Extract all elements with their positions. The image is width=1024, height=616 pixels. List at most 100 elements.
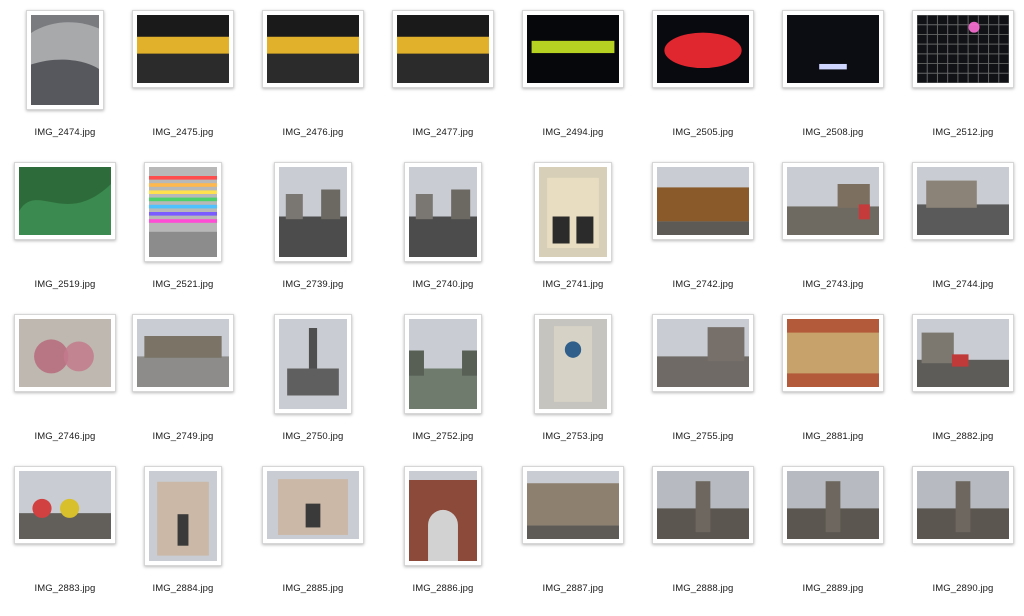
file-name[interactable]: IMG_2476.jpg <box>248 127 378 138</box>
file-name[interactable]: IMG_2742.jpg <box>638 279 768 290</box>
file-item[interactable]: IMG_2512.jpg <box>898 10 1024 160</box>
file-name[interactable]: IMG_2749.jpg <box>118 431 248 442</box>
file-item[interactable]: IMG_2886.jpg <box>378 466 508 616</box>
file-name[interactable]: IMG_2741.jpg <box>508 279 638 290</box>
file-name[interactable]: IMG_2743.jpg <box>768 279 898 290</box>
file-thumbnail[interactable] <box>14 314 116 392</box>
file-name[interactable]: IMG_2890.jpg <box>898 583 1024 594</box>
file-item[interactable]: IMG_2884.jpg <box>118 466 248 616</box>
file-thumbnail[interactable] <box>274 162 352 262</box>
tower-building-icon <box>279 319 347 409</box>
file-thumbnail[interactable] <box>534 314 612 414</box>
file-thumbnail[interactable] <box>392 10 494 88</box>
file-item[interactable]: IMG_2881.jpg <box>768 314 898 464</box>
file-name[interactable]: IMG_2475.jpg <box>118 127 248 138</box>
file-thumbnail[interactable] <box>262 10 364 88</box>
file-thumbnail[interactable] <box>522 466 624 544</box>
file-name[interactable]: IMG_2884.jpg <box>118 583 248 594</box>
file-item[interactable]: IMG_2521.jpg <box>118 162 248 312</box>
file-item[interactable]: IMG_2475.jpg <box>118 10 248 160</box>
file-item[interactable]: IMG_2508.jpg <box>768 10 898 160</box>
file-name[interactable]: IMG_2519.jpg <box>0 279 130 290</box>
city-street-icon <box>917 167 1009 235</box>
file-name[interactable]: IMG_2744.jpg <box>898 279 1024 290</box>
file-thumbnail[interactable] <box>522 10 624 88</box>
file-thumbnail[interactable] <box>782 466 884 544</box>
file-thumbnail[interactable] <box>14 466 116 544</box>
file-item[interactable]: IMG_2476.jpg <box>248 10 378 160</box>
file-name[interactable]: IMG_2882.jpg <box>898 431 1024 442</box>
city-square-icon <box>137 319 229 387</box>
file-item[interactable]: IMG_2889.jpg <box>768 466 898 616</box>
file-item[interactable]: IMG_2882.jpg <box>898 314 1024 464</box>
file-thumbnail[interactable] <box>26 10 104 110</box>
file-name[interactable]: IMG_2505.jpg <box>638 127 768 138</box>
file-name[interactable]: IMG_2885.jpg <box>248 583 378 594</box>
file-item[interactable]: IMG_2740.jpg <box>378 162 508 312</box>
file-thumbnail[interactable] <box>782 314 884 392</box>
file-thumbnail[interactable] <box>144 162 222 262</box>
file-item[interactable]: IMG_2744.jpg <box>898 162 1024 312</box>
file-thumbnail[interactable] <box>404 162 482 262</box>
file-item[interactable]: IMG_2477.jpg <box>378 10 508 160</box>
file-name[interactable]: IMG_2740.jpg <box>378 279 508 290</box>
file-item[interactable]: IMG_2890.jpg <box>898 466 1024 616</box>
file-name[interactable]: IMG_2494.jpg <box>508 127 638 138</box>
file-name[interactable]: IMG_2881.jpg <box>768 431 898 442</box>
file-item[interactable]: IMG_2519.jpg <box>0 162 130 312</box>
file-thumbnail[interactable] <box>404 314 482 414</box>
file-name[interactable]: IMG_2755.jpg <box>638 431 768 442</box>
file-thumbnail[interactable] <box>652 10 754 88</box>
file-name[interactable]: IMG_2739.jpg <box>248 279 378 290</box>
file-name[interactable]: IMG_2887.jpg <box>508 583 638 594</box>
file-thumbnail[interactable] <box>262 466 364 544</box>
file-thumbnail[interactable] <box>652 314 754 392</box>
blossom-tree-icon <box>19 319 111 387</box>
file-thumbnail[interactable] <box>534 162 612 262</box>
file-item[interactable]: IMG_2743.jpg <box>768 162 898 312</box>
file-item[interactable]: IMG_2739.jpg <box>248 162 378 312</box>
file-name[interactable]: IMG_2753.jpg <box>508 431 638 442</box>
file-name[interactable]: IMG_2883.jpg <box>0 583 130 594</box>
file-name[interactable]: IMG_2508.jpg <box>768 127 898 138</box>
file-name[interactable]: IMG_2889.jpg <box>768 583 898 594</box>
file-item[interactable]: IMG_2742.jpg <box>638 162 768 312</box>
file-name[interactable]: IMG_2752.jpg <box>378 431 508 442</box>
file-thumbnail[interactable] <box>912 314 1014 392</box>
file-thumbnail[interactable] <box>912 10 1014 88</box>
file-item[interactable]: IMG_2741.jpg <box>508 162 638 312</box>
file-thumbnail[interactable] <box>652 162 754 240</box>
file-thumbnail[interactable] <box>912 466 1014 544</box>
file-item[interactable]: IMG_2749.jpg <box>118 314 248 464</box>
file-item[interactable]: IMG_2474.jpg <box>0 10 130 160</box>
file-thumbnail[interactable] <box>274 314 352 414</box>
file-item[interactable]: IMG_2494.jpg <box>508 10 638 160</box>
file-item[interactable]: IMG_2746.jpg <box>0 314 130 464</box>
file-thumbnail[interactable] <box>132 314 234 392</box>
file-name[interactable]: IMG_2886.jpg <box>378 583 508 594</box>
file-name[interactable]: IMG_2474.jpg <box>0 127 130 138</box>
file-thumbnail[interactable] <box>404 466 482 566</box>
file-thumbnail[interactable] <box>132 10 234 88</box>
file-thumbnail[interactable] <box>652 466 754 544</box>
file-thumbnail[interactable] <box>912 162 1014 240</box>
file-item[interactable]: IMG_2883.jpg <box>0 466 130 616</box>
file-item[interactable]: IMG_2755.jpg <box>638 314 768 464</box>
file-item[interactable]: IMG_2752.jpg <box>378 314 508 464</box>
file-thumbnail[interactable] <box>14 162 116 240</box>
file-name[interactable]: IMG_2477.jpg <box>378 127 508 138</box>
file-thumbnail[interactable] <box>782 162 884 240</box>
file-name[interactable]: IMG_2888.jpg <box>638 583 768 594</box>
file-item[interactable]: IMG_2750.jpg <box>248 314 378 464</box>
file-name[interactable]: IMG_2746.jpg <box>0 431 130 442</box>
file-item[interactable]: IMG_2753.jpg <box>508 314 638 464</box>
file-item[interactable]: IMG_2505.jpg <box>638 10 768 160</box>
file-item[interactable]: IMG_2888.jpg <box>638 466 768 616</box>
file-item[interactable]: IMG_2887.jpg <box>508 466 638 616</box>
file-item[interactable]: IMG_2885.jpg <box>248 466 378 616</box>
file-thumbnail[interactable] <box>782 10 884 88</box>
file-name[interactable]: IMG_2521.jpg <box>118 279 248 290</box>
file-name[interactable]: IMG_2750.jpg <box>248 431 378 442</box>
file-thumbnail[interactable] <box>144 466 222 566</box>
file-name[interactable]: IMG_2512.jpg <box>898 127 1024 138</box>
